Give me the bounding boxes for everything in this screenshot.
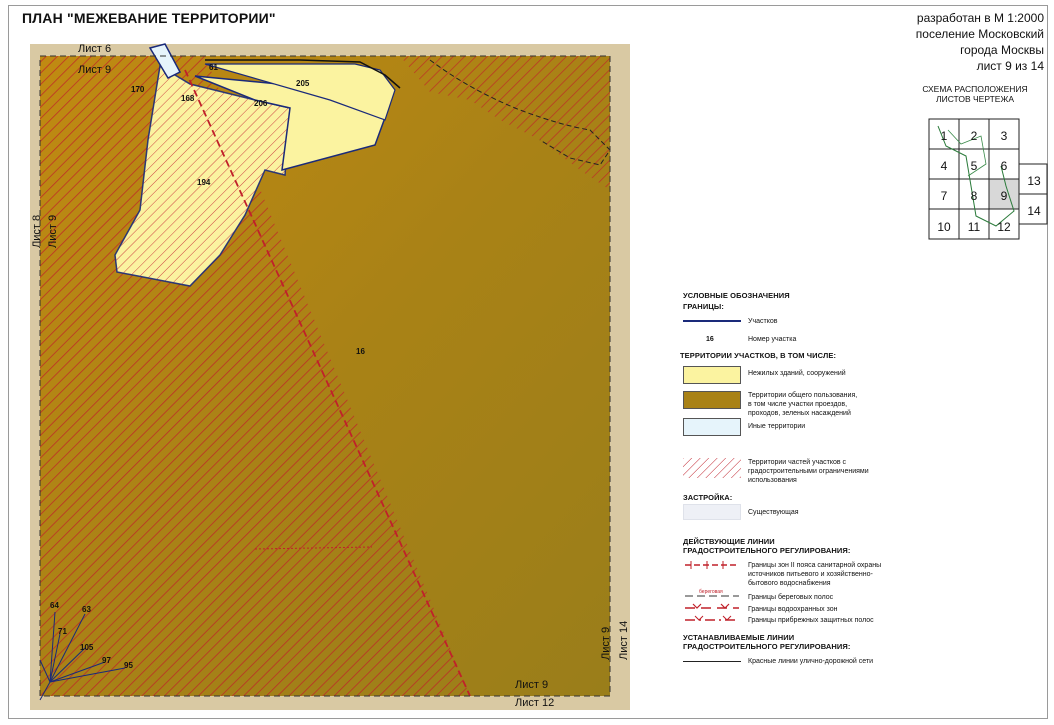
- legend-parcel-line-icon: [683, 320, 741, 322]
- settlement-note: поселение Московский: [915, 27, 1044, 41]
- parcel-label-170: 170: [131, 85, 145, 94]
- legend-build-label: Существующая: [748, 509, 799, 516]
- scheme-cell-1: 1: [941, 129, 948, 143]
- legend-coastal-label: Границы прибрежных защитных полос: [748, 617, 874, 624]
- scheme-cell-9: 9: [1001, 189, 1008, 203]
- legend-build-head: ЗАСТРОЙКА:: [683, 493, 733, 502]
- sheet-layout-scheme: 1 2 3 4 5 6 7 8 9 10 11 12 13 14: [928, 118, 1048, 240]
- parcel-label-206: 206: [254, 99, 268, 108]
- scale-note: разработан в М 1:2000: [916, 11, 1044, 25]
- parcel-label-61: 61: [209, 63, 218, 72]
- parcel-label-205: 205: [296, 79, 310, 88]
- legend-nonres-label: Нежилых зданий, сооружений: [748, 370, 846, 377]
- legend-swatch-restricted: [683, 458, 741, 478]
- legend-line-icons: береговая: [685, 561, 739, 621]
- map-canvas: 61 170 168 206 205 194 16 64 63 71 105 9…: [30, 43, 630, 710]
- legend-sanitary-label: Границы зон II пояса санитарной охраны и…: [748, 562, 882, 587]
- sheet-label-top-6: Лист 6: [78, 43, 112, 55]
- legend-number-label: Номер участка: [748, 336, 797, 343]
- scheme-cell-14: 14: [1027, 204, 1041, 218]
- legend-swatch-other: [683, 418, 741, 436]
- legend-shore-label: Границы береговых полос: [748, 594, 834, 601]
- sheet-label-right-9: Лист 9: [600, 626, 612, 660]
- sheet-label-left-9: Лист 9: [47, 214, 59, 248]
- legend-water-label: Границы водоохранных зон: [748, 606, 838, 613]
- scheme-cell-2: 2: [971, 129, 978, 143]
- scheme-cell-12: 12: [997, 220, 1011, 234]
- legend-red-line-label: Красные линии улично-дорожной сети: [748, 658, 874, 665]
- scheme-cell-13: 13: [1027, 174, 1041, 188]
- scheme-cell-7: 7: [941, 189, 948, 203]
- parcel-label-95: 95: [124, 661, 133, 670]
- parcel-label-64: 64: [50, 601, 59, 610]
- scheme-cell-8: 8: [971, 189, 978, 203]
- parcel-label-168: 168: [181, 94, 195, 103]
- legend-lines-head: ДЕЙСТВУЮЩИЕ ЛИНИИ ГРАДОСТРОИТЕЛЬНОГО РЕГ…: [683, 537, 851, 555]
- scheme-cell-6: 6: [1001, 159, 1008, 173]
- legend-restricted-label: Территории частей участков с градостроит…: [748, 459, 869, 484]
- legend-new-lines-head: УСТАНАВЛИВАЕМЫЕ ЛИНИИ ГРАДОСТРОИТЕЛЬНОГО…: [683, 633, 851, 651]
- parcel-label-71: 71: [58, 627, 67, 636]
- legend-swatch-nonres: [683, 366, 741, 384]
- scheme-cell-10: 10: [937, 220, 951, 234]
- scheme-cell-4: 4: [941, 159, 948, 173]
- legend-shore-tag: береговая: [699, 589, 723, 595]
- legend-swatch-building: [683, 504, 741, 520]
- sheet-label-right-14: Лист 14: [618, 620, 630, 660]
- legend-number-sample: 16: [706, 336, 714, 343]
- scheme-cell-3: 3: [1001, 129, 1008, 143]
- legend-swatch-common: [683, 391, 741, 409]
- city-note: города Москвы: [960, 43, 1044, 57]
- sheet-number: лист 9 из 14: [976, 59, 1044, 73]
- legend-red-line-icon: [683, 661, 741, 662]
- parcel-label-97: 97: [102, 656, 111, 665]
- parcel-label-105: 105: [80, 643, 94, 652]
- sheet-label-left-8: Лист 8: [31, 214, 43, 248]
- legend-common-label: Территории общего пользования, в том чис…: [748, 392, 858, 417]
- scheme-title: СХЕМА РАСПОЛОЖЕНИЯ ЛИСТОВ ЧЕРТЕЖА: [922, 84, 1028, 104]
- scheme-cell-5: 5: [971, 159, 978, 173]
- sheet-label-top-9: Лист 9: [78, 64, 112, 76]
- legend-territories-head: ТЕРРИТОРИИ УЧАСТКОВ, В ТОМ ЧИСЛЕ:: [680, 351, 837, 360]
- sheet-label-bottom-12: Лист 12: [515, 697, 555, 709]
- parcel-label-16: 16: [356, 347, 365, 356]
- parcel-label-194: 194: [197, 178, 211, 187]
- sheet-label-bottom-9: Лист 9: [515, 679, 549, 691]
- legend-other-label: Иные территории: [748, 423, 806, 430]
- scheme-cell-11: 11: [968, 220, 981, 234]
- legend-boundaries-head: ГРАНИЦЫ:: [683, 302, 724, 311]
- parcel-label-63: 63: [82, 605, 91, 614]
- legend-parcels-label: Участков: [748, 318, 778, 325]
- legend-title: УСЛОВНЫЕ ОБОЗНАЧЕНИЯ: [683, 291, 790, 300]
